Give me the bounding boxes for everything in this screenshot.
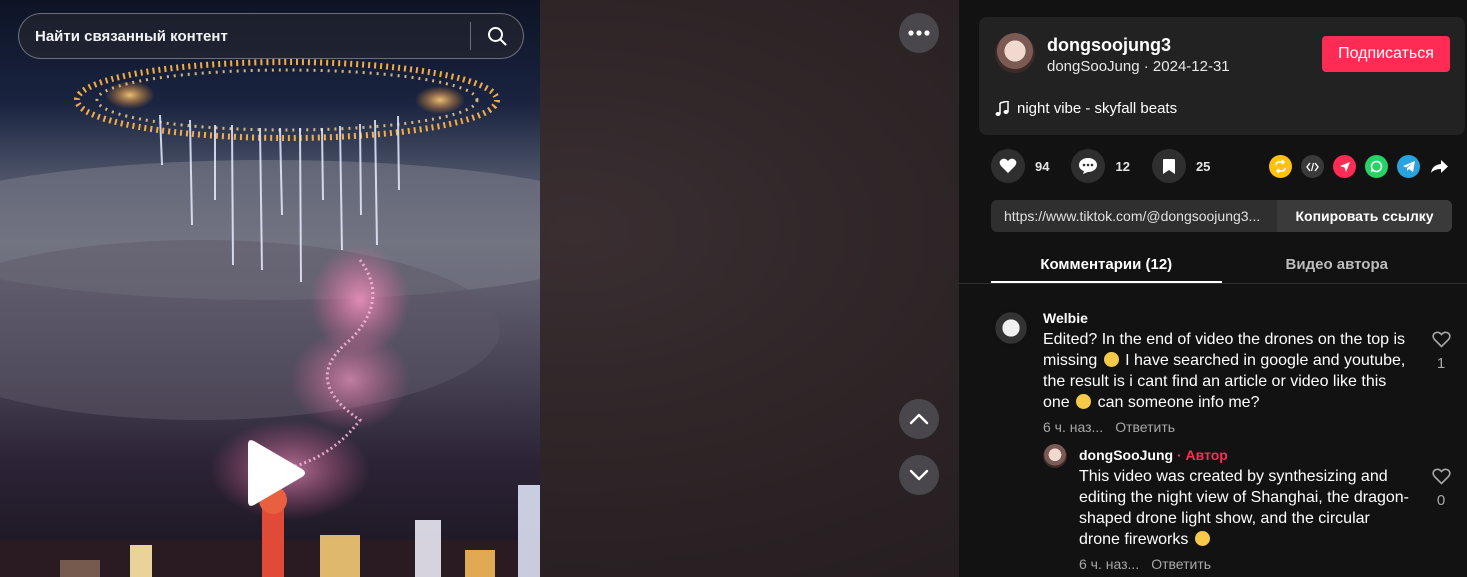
author-avatar[interactable] [995,33,1035,73]
heart-icon [999,158,1017,173]
info-panel: dongsoojung3 dongSooJung · 2024-12-31 По… [959,0,1467,577]
heart-outline-icon [1431,331,1451,348]
copy-link-button[interactable]: Копировать ссылку [1277,200,1452,232]
music-title: night vibe - skyfall beats [1017,100,1178,117]
tab-creator-videos[interactable]: Видео автора [1222,245,1453,283]
tabs-divider [959,283,1467,284]
author-subline: dongSooJung · 2024-12-31 [1047,58,1230,75]
whatsapp-icon[interactable] [1365,155,1388,178]
reply-time: 6 ч. наз... [1079,556,1140,572]
author-badge: · Автор [1176,447,1228,463]
reply-author-avatar[interactable] [1043,444,1067,468]
author-card: dongsoojung3 dongSooJung · 2024-12-31 По… [979,17,1465,135]
reply-meta: 6 ч. наз... Ответить [1079,556,1211,572]
reply-like-count: 0 [1436,492,1446,509]
grinning-sweat-emoji [1103,352,1119,367]
video-link-url[interactable]: https://www.tiktok.com/@dongsoojung3... [991,200,1277,232]
tiktok-video-page: dongsoojung3 dongSooJung · 2024-12-31 По… [0,0,1467,577]
tab-comments[interactable]: Комментарии (12) [991,245,1222,283]
share-arrow-icon[interactable] [1429,155,1449,178]
send-icon[interactable] [1333,155,1356,178]
more-options-button[interactable] [899,13,939,53]
follow-button[interactable]: Подписаться [1322,36,1450,72]
telegram-icon[interactable] [1397,155,1420,178]
like-button[interactable] [991,149,1025,183]
music-info[interactable]: night vibe - skyfall beats [995,100,1177,117]
search-icon [488,27,507,46]
previous-video-button[interactable] [899,399,939,439]
next-video-button[interactable] [899,455,939,495]
comment-like-button[interactable]: 1 [1429,331,1453,372]
repost-icon[interactable] [1269,155,1292,178]
comment-count: 12 [1115,158,1130,174]
play-button[interactable] [240,435,310,511]
comment-action[interactable]: 12 [1071,149,1130,183]
joy-emoji [1076,394,1092,409]
search-button[interactable] [471,14,523,58]
commenter-avatar[interactable] [991,308,1031,348]
like-count: 94 [1035,158,1050,174]
more-dots-icon [908,30,930,36]
chevron-down-icon [909,469,929,481]
reply-reply-button[interactable]: Ответить [1151,556,1211,572]
share-icons [1269,155,1449,178]
search-bar [18,13,524,59]
video-area [0,0,959,577]
music-note-icon [995,100,1009,116]
grinning-emoji [1194,531,1210,546]
reply-author-username[interactable]: dongSooJung [1079,447,1173,463]
save-button[interactable] [1151,149,1186,183]
heart-outline-icon [1431,468,1451,485]
comment-text: Edited? In the end of video the drones o… [1043,329,1413,413]
comment-text-part: can someone info me? [1093,394,1260,411]
comment-bubble-icon [1079,158,1098,174]
reply-button[interactable]: Ответить [1115,419,1175,435]
save-action[interactable]: 25 [1151,149,1211,183]
chevron-up-icon [909,413,929,425]
comment-time: 6 ч. наз... [1043,419,1104,435]
comment-meta: 6 ч. наз... Ответить [1043,419,1175,435]
search-input[interactable] [19,14,470,58]
reply-text-part: This video was created by synthesizing a… [1079,468,1410,548]
embed-icon[interactable] [1301,155,1324,178]
reply-author-name[interactable]: dongSooJung · Автор [1079,447,1228,463]
reply-like-button[interactable]: 0 [1429,468,1453,509]
video-link-box: https://www.tiktok.com/@dongsoojung3... … [991,200,1452,232]
comment-button[interactable] [1071,149,1106,183]
video-actions: 94 12 25 [991,149,1232,183]
comment-like-count: 1 [1436,355,1446,372]
tabs: Комментарии (12) Видео автора [991,245,1452,283]
play-icon [248,440,305,506]
bookmark-icon [1162,158,1175,174]
commenter-name[interactable]: Welbie [1043,310,1088,326]
like-action[interactable]: 94 [991,149,1049,183]
reply-text: This video was created by synthesizing a… [1079,466,1409,550]
save-count: 25 [1195,158,1211,174]
author-username[interactable]: dongsoojung3 [1047,35,1171,56]
